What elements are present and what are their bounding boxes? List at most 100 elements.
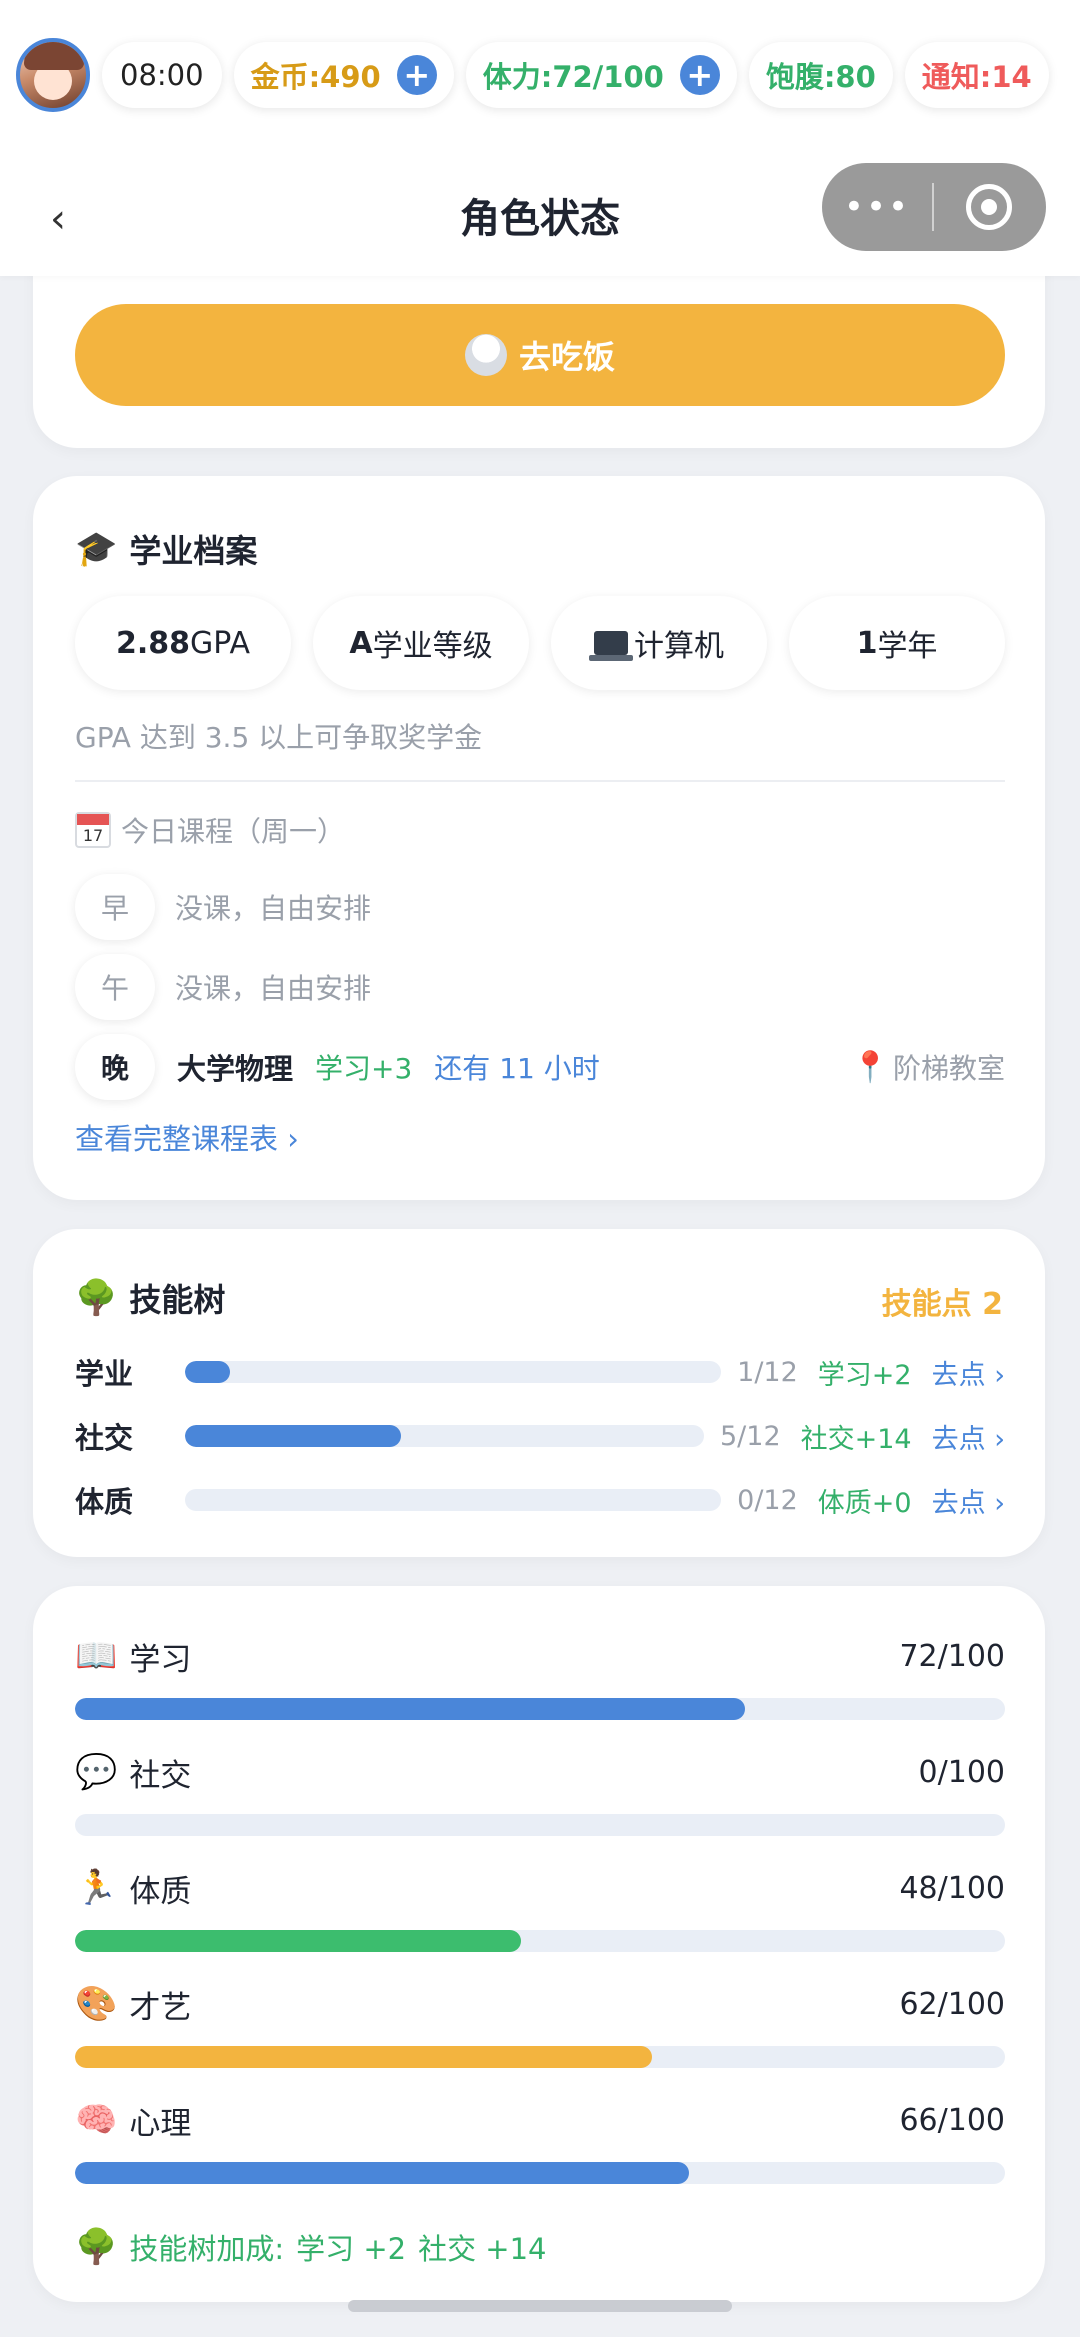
skill-bonus: 学习+2 [817, 1359, 912, 1391]
slot-badge-morning: 早 [75, 874, 155, 940]
attr-mental: 🧠 心理 66/100 [75, 2098, 1005, 2184]
academic-title-text: 学业档案 [129, 532, 258, 570]
major-pill: 计算机 [551, 596, 767, 690]
avatar[interactable] [16, 38, 90, 112]
tree-icon: 🌳 [75, 2227, 118, 2267]
skill-upgrade-link[interactable]: 去点 › [932, 1353, 1005, 1392]
bonus-social: 社交 +14 [418, 2232, 547, 2266]
attr-social: 💬 社交 0/100 [75, 1750, 1005, 1836]
book-icon: 📖 [75, 1636, 118, 1676]
bonus-study: 学习 +2 [296, 2232, 407, 2266]
academic-card: 🎓 学业档案 2.88 GPA A 学业等级 计算机 1 学年 GPA 达到 3… [33, 476, 1045, 1200]
skill-progress-track [185, 1361, 722, 1383]
attr-progress-track [75, 2162, 1005, 2184]
attr-value: 72/100 [899, 1638, 1005, 1674]
attr-name: 社交 [129, 1757, 192, 1794]
attr-progress-track [75, 1698, 1005, 1720]
gold-label: 金币:490 [250, 60, 381, 94]
attr-progress-fill [75, 1698, 745, 1720]
more-menu-button[interactable]: ••• [822, 187, 932, 227]
close-miniprogram-icon[interactable] [966, 184, 1012, 230]
tree-icon: 🌳 [75, 1278, 118, 1318]
skill-progress-track [185, 1489, 722, 1511]
runner-icon: 🏃 [75, 1868, 118, 1908]
attr-progress-track [75, 2046, 1005, 2068]
speech-bubble-icon: 💬 [75, 1752, 118, 1792]
attr-progress-track [75, 1814, 1005, 1836]
rice-bowl-icon [464, 334, 507, 376]
divider [75, 780, 1005, 782]
attr-physique: 🏃 体质 48/100 [75, 1866, 1005, 1952]
grade-value: A [349, 625, 373, 661]
attr-name: 心理 [129, 2105, 192, 2142]
status-bar: 08:00 金币:490 + 体力:72/100 + 饱腹:80 通知:14 [16, 38, 1049, 112]
attr-progress-fill [75, 2162, 689, 2184]
top-nav: 08:00 金币:490 + 体力:72/100 + 饱腹:80 通知:14 ‹… [0, 0, 1080, 276]
course-name: 大学物理 [177, 1052, 294, 1086]
stamina-label: 体力:72/100 [482, 60, 664, 94]
slot-morning: 早 没课，自由安排 [75, 874, 1005, 940]
attributes-card: 📖 学习 72/100 💬 社交 0/100 🏃 体质 48/100 🎨 才艺 62/1… [33, 1586, 1045, 2302]
attr-value: 0/100 [918, 1754, 1005, 1790]
graduation-cap-icon: 🎓 [75, 529, 118, 569]
attr-study: 📖 学习 72/100 [75, 1634, 1005, 1720]
attr-value: 66/100 [899, 2102, 1005, 2138]
mini-program-capsule: ••• [822, 163, 1046, 251]
calendar-icon: 17 [75, 812, 111, 848]
academic-stats: 2.88 GPA A 学业等级 计算机 1 学年 [75, 596, 1005, 690]
gpa-value: 2.88 [116, 625, 191, 661]
skill-upgrade-link[interactable]: 去点 › [932, 1417, 1005, 1456]
palette-icon: 🎨 [75, 1984, 118, 2024]
attr-talent: 🎨 才艺 62/100 [75, 1982, 1005, 2068]
course-gain: 学习+3 [315, 1052, 413, 1085]
laptop-icon [589, 631, 633, 661]
skill-upgrade-link[interactable]: 去点 › [932, 1481, 1005, 1520]
academic-title: 🎓 学业档案 [75, 526, 257, 572]
skill-progress-fill [185, 1361, 230, 1383]
skill-row-physique: 体质 0/12 体质+0 去点 › [75, 1480, 1005, 1520]
year-pill: 1 学年 [789, 596, 1005, 690]
year-unit: 学年 [877, 629, 938, 664]
today-courses-text: 今日课程（周一） [121, 815, 346, 848]
skill-tree-card: 🌳 技能树 技能点 2 学业 1/12 学习+2 去点 › 社交 5/12 社交… [33, 1229, 1045, 1557]
skill-tree-title-text: 技能树 [129, 1281, 226, 1319]
slot-evening[interactable]: 晚 大学物理 学习+3 还有 11 小时 📍 阶梯教室 [75, 1034, 1005, 1100]
today-courses-label: 17 今日课程（周一） [75, 810, 345, 850]
skill-row-study: 学业 1/12 学习+2 去点 › [75, 1352, 1005, 1392]
attr-progress-track [75, 1930, 1005, 1952]
go-eat-label: 去吃饭 [518, 338, 615, 376]
gold-pill: 金币:490 + [233, 42, 454, 108]
attr-progress-fill [75, 2046, 652, 2068]
slot-badge-noon: 午 [75, 954, 155, 1020]
attr-value: 48/100 [899, 1870, 1005, 1906]
course-countdown: 还有 11 小时 [434, 1052, 600, 1085]
major-value: 计算机 [634, 629, 724, 664]
capsule-divider [932, 183, 934, 231]
grade-pill: A 学业等级 [313, 596, 529, 690]
course-location-text: 阶梯教室 [892, 1052, 1005, 1085]
skill-bonus: 体质+0 [817, 1487, 912, 1519]
skill-points: 技能点 2 [881, 1287, 1003, 1322]
skill-bonus: 社交+14 [800, 1423, 912, 1455]
add-stamina-button[interactable]: + [679, 55, 720, 95]
bonus-label: 技能树加成: [129, 2232, 285, 2266]
attr-progress-fill [75, 1930, 522, 1952]
gpa-unit: GPA [190, 625, 250, 661]
skill-progress-fill [185, 1425, 402, 1447]
slot-morning-text: 没课，自由安排 [175, 892, 372, 925]
full-schedule-link[interactable]: 查看完整课程表 › [75, 1116, 299, 1158]
scholarship-hint: GPA 达到 3.5 以上可争取奖学金 [75, 721, 483, 754]
skill-count: 0/12 [737, 1484, 798, 1516]
skill-row-social: 社交 5/12 社交+14 去点 › [75, 1416, 1005, 1456]
skill-count: 5/12 [719, 1420, 781, 1452]
attr-name: 学习 [129, 1641, 192, 1678]
go-eat-button[interactable]: 去吃饭 [75, 304, 1005, 406]
skill-tree-bonus: 🌳 技能树加成: 学习 +2 社交 +14 [75, 2226, 547, 2268]
location-pin-icon: 📍 [851, 1049, 889, 1085]
add-gold-button[interactable]: + [396, 55, 437, 95]
gpa-pill: 2.88 GPA [75, 596, 291, 690]
satiety-pill: 饱腹:80 [748, 42, 893, 108]
notification-pill[interactable]: 通知:14 [904, 42, 1049, 108]
skill-count: 1/12 [737, 1356, 798, 1388]
stamina-pill: 体力:72/100 + [465, 42, 737, 108]
